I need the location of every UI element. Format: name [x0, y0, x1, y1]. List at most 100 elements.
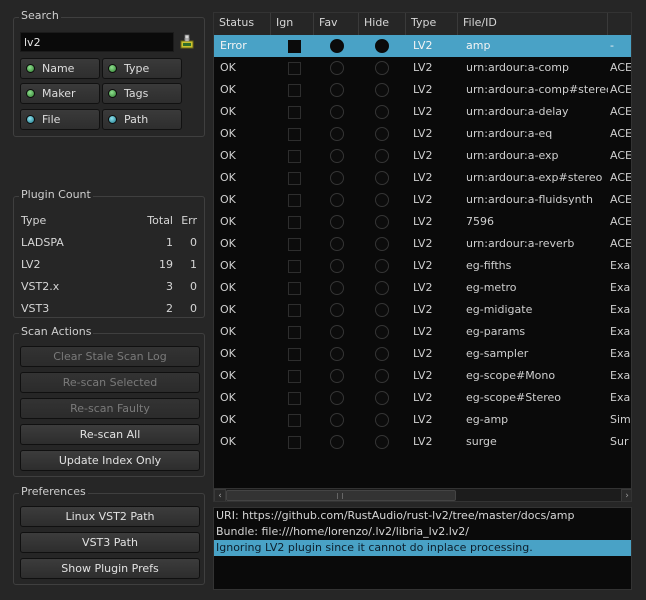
ignore-checkbox[interactable]: [288, 128, 301, 141]
ignore-checkbox[interactable]: [288, 348, 301, 361]
hide-radio[interactable]: [375, 83, 389, 97]
rescan-selected-button[interactable]: Re-scan Selected: [20, 372, 200, 393]
ignore-checkbox[interactable]: [288, 436, 301, 449]
favorite-radio[interactable]: [330, 105, 344, 119]
scrollbar-thumb[interactable]: [226, 490, 456, 501]
rescan-all-button[interactable]: Re-scan All: [20, 424, 200, 445]
favorite-radio[interactable]: [330, 413, 344, 427]
favorite-radio[interactable]: [330, 61, 344, 75]
filter-type-toggle[interactable]: Type: [102, 58, 182, 79]
plugin-row[interactable]: OK LV2 7596 ACE: [214, 211, 631, 233]
column-header-status[interactable]: Status: [214, 13, 271, 35]
favorite-radio[interactable]: [330, 83, 344, 97]
favorite-radio[interactable]: [330, 435, 344, 449]
filter-name-toggle[interactable]: Name: [20, 58, 100, 79]
hide-radio[interactable]: [375, 215, 389, 229]
hide-radio[interactable]: [375, 39, 389, 53]
horizontal-scrollbar[interactable]: ‹ ›: [214, 488, 631, 501]
hide-radio[interactable]: [375, 347, 389, 361]
hide-radio[interactable]: [375, 281, 389, 295]
hide-radio[interactable]: [375, 259, 389, 273]
hide-radio[interactable]: [375, 391, 389, 405]
plugin-row[interactable]: OK LV2 eg-params Exa: [214, 321, 631, 343]
hide-radio[interactable]: [375, 149, 389, 163]
hide-radio[interactable]: [375, 413, 389, 427]
ignore-checkbox[interactable]: [288, 370, 301, 383]
hide-radio[interactable]: [375, 435, 389, 449]
favorite-radio[interactable]: [330, 193, 344, 207]
show-plugin-prefs-button[interactable]: Show Plugin Prefs: [20, 558, 200, 579]
favorite-radio[interactable]: [330, 391, 344, 405]
rescan-faulty-button[interactable]: Re-scan Faulty: [20, 398, 200, 419]
filter-tags-toggle[interactable]: Tags: [102, 83, 182, 104]
favorite-radio[interactable]: [330, 149, 344, 163]
column-header-type[interactable]: Type: [406, 13, 458, 35]
plugin-row[interactable]: OK LV2 urn:ardour:a-exp ACE: [214, 145, 631, 167]
column-header-hide[interactable]: Hide: [359, 13, 406, 35]
plugin-row[interactable]: OK LV2 eg-metro Exa: [214, 277, 631, 299]
ignore-checkbox[interactable]: [288, 106, 301, 119]
scroll-right-icon[interactable]: ›: [621, 489, 631, 501]
clear-stale-scan-log-button[interactable]: Clear Stale Scan Log: [20, 346, 200, 367]
column-header-file-id[interactable]: File/ID: [458, 13, 608, 35]
hide-radio[interactable]: [375, 105, 389, 119]
filter-path-toggle[interactable]: Path: [102, 109, 182, 130]
hide-radio[interactable]: [375, 171, 389, 185]
favorite-radio[interactable]: [330, 259, 344, 273]
favorite-radio[interactable]: [330, 215, 344, 229]
linux-vst2-path-button[interactable]: Linux VST2 Path: [20, 506, 200, 527]
scroll-left-icon[interactable]: ‹: [214, 489, 226, 501]
ignore-checkbox[interactable]: [288, 194, 301, 207]
hide-radio[interactable]: [375, 303, 389, 317]
plugin-row[interactable]: OK LV2 eg-scope#Stereo Exa: [214, 387, 631, 409]
vst3-path-button[interactable]: VST3 Path: [20, 532, 200, 553]
plugin-row[interactable]: OK LV2 urn:ardour:a-delay ACE: [214, 101, 631, 123]
plugin-row[interactable]: OK LV2 eg-fifths Exa: [214, 255, 631, 277]
hide-radio[interactable]: [375, 369, 389, 383]
ignore-checkbox[interactable]: [288, 282, 301, 295]
ignore-checkbox[interactable]: [288, 414, 301, 427]
plugin-row[interactable]: OK LV2 urn:ardour:a-fluidsynth ACE: [214, 189, 631, 211]
hide-radio[interactable]: [375, 325, 389, 339]
ignore-checkbox[interactable]: [288, 216, 301, 229]
filter-maker-toggle[interactable]: Maker: [20, 83, 100, 104]
ignore-checkbox[interactable]: [288, 84, 301, 97]
hide-radio[interactable]: [375, 237, 389, 251]
ignore-checkbox[interactable]: [288, 326, 301, 339]
favorite-radio[interactable]: [330, 171, 344, 185]
ignore-checkbox[interactable]: [288, 260, 301, 273]
update-index-only-button[interactable]: Update Index Only: [20, 450, 200, 471]
plugin-row[interactable]: OK LV2 surge Sur: [214, 431, 631, 453]
column-header-ign[interactable]: Ign: [271, 13, 314, 35]
ignore-checkbox[interactable]: [288, 238, 301, 251]
clear-search-button[interactable]: [179, 33, 195, 50]
plugin-row[interactable]: OK LV2 urn:ardour:a-comp#stereo ACE: [214, 79, 631, 101]
ignore-checkbox[interactable]: [288, 392, 301, 405]
column-header-fav[interactable]: Fav: [314, 13, 359, 35]
favorite-radio[interactable]: [330, 347, 344, 361]
favorite-radio[interactable]: [330, 303, 344, 317]
plugin-row[interactable]: OK LV2 eg-midigate Exa: [214, 299, 631, 321]
hide-radio[interactable]: [375, 193, 389, 207]
favorite-radio[interactable]: [330, 281, 344, 295]
ignore-checkbox[interactable]: [288, 40, 301, 53]
favorite-radio[interactable]: [330, 127, 344, 141]
ignore-checkbox[interactable]: [288, 172, 301, 185]
hide-radio[interactable]: [375, 61, 389, 75]
plugin-row[interactable]: Error LV2 amp -: [214, 35, 631, 57]
plugin-row[interactable]: OK LV2 eg-sampler Exa: [214, 343, 631, 365]
hide-radio[interactable]: [375, 127, 389, 141]
plugin-row[interactable]: OK LV2 eg-amp Sim: [214, 409, 631, 431]
plugin-row[interactable]: OK LV2 eg-scope#Mono Exa: [214, 365, 631, 387]
favorite-radio[interactable]: [330, 325, 344, 339]
plugin-row[interactable]: OK LV2 urn:ardour:a-exp#stereo ACE: [214, 167, 631, 189]
favorite-radio[interactable]: [330, 369, 344, 383]
favorite-radio[interactable]: [330, 237, 344, 251]
plugin-row[interactable]: OK LV2 urn:ardour:a-comp ACE: [214, 57, 631, 79]
column-header-extra[interactable]: [608, 13, 631, 35]
favorite-radio[interactable]: [330, 39, 344, 53]
ignore-checkbox[interactable]: [288, 62, 301, 75]
plugin-row[interactable]: OK LV2 urn:ardour:a-reverb ACE: [214, 233, 631, 255]
filter-file-toggle[interactable]: File: [20, 109, 100, 130]
ignore-checkbox[interactable]: [288, 150, 301, 163]
